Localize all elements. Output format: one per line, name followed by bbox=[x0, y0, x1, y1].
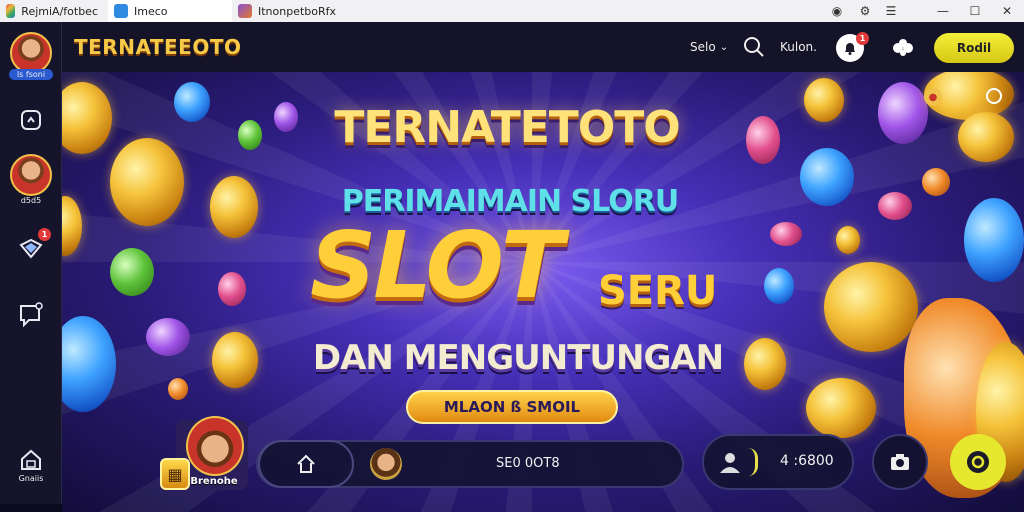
chevron-down-icon: ⌄ bbox=[719, 41, 729, 53]
coin-decoration bbox=[238, 120, 262, 150]
coin-decoration bbox=[964, 198, 1024, 282]
home-icon bbox=[297, 454, 315, 473]
sidebar-item-friend-avatar[interactable] bbox=[10, 154, 52, 196]
search-button[interactable] bbox=[742, 22, 766, 72]
camera-icon bbox=[891, 454, 909, 470]
session-value: SE0 0OT8 bbox=[496, 456, 560, 471]
settings-icon[interactable]: ⚙ bbox=[852, 0, 878, 22]
coin-decoration bbox=[836, 226, 860, 254]
banner-tagline: DAN MENGUNTUNGAN bbox=[312, 338, 724, 378]
camera-button[interactable] bbox=[872, 434, 928, 490]
maximize-icon[interactable]: ☐ bbox=[962, 0, 988, 22]
sidebar-item-home[interactable] bbox=[10, 446, 52, 474]
refresh-icon[interactable] bbox=[986, 88, 1002, 104]
tab-itnonpet[interactable]: ItnonpetboRfx bbox=[232, 0, 352, 22]
banner-headline: SLOT bbox=[310, 212, 564, 319]
coin-decoration bbox=[146, 318, 190, 356]
sidebar-item-label: Gnaiis bbox=[18, 474, 44, 483]
app-icon bbox=[238, 4, 252, 18]
app-icon bbox=[114, 4, 128, 18]
coin-decoration bbox=[922, 168, 950, 196]
coin-decoration bbox=[210, 176, 258, 238]
play-now-button[interactable]: MLAON ß SMOIL bbox=[406, 390, 618, 424]
gamepad-button[interactable] bbox=[888, 34, 918, 62]
banner-title: TERNATETOTO bbox=[334, 102, 680, 153]
coin-decoration bbox=[764, 268, 794, 304]
progress-arc bbox=[748, 448, 758, 476]
brand-logo-text[interactable]: TERNATEEOTO bbox=[74, 35, 241, 59]
gamepad-icon bbox=[893, 39, 913, 56]
minimize-icon[interactable]: — bbox=[930, 0, 956, 22]
sidebar: ls fsoni d5d5 1 Gnaiis bbox=[0, 22, 62, 504]
gems-badge: 1 bbox=[38, 228, 51, 241]
coin-decoration bbox=[744, 338, 786, 390]
balance-value: 4 :6800 bbox=[780, 453, 834, 469]
tab-label: Imeco bbox=[134, 4, 168, 18]
user-icon bbox=[706, 438, 754, 486]
browser-tab-strip: RejmiA/fotbec Imeco ItnonpetboRfx ◉ ⚙ ☰ … bbox=[0, 0, 1024, 22]
search-icon bbox=[744, 37, 764, 57]
header-action-button[interactable]: Rodil bbox=[934, 33, 1014, 63]
coin-decoration bbox=[174, 82, 210, 122]
home-button[interactable] bbox=[258, 440, 354, 488]
screen-icon bbox=[21, 110, 41, 130]
coin-decoration bbox=[800, 148, 854, 206]
search-label[interactable]: Kulon. bbox=[780, 22, 817, 72]
coin-decoration bbox=[878, 192, 912, 220]
coin-decoration bbox=[746, 116, 780, 164]
coin-decoration bbox=[878, 82, 928, 144]
close-icon[interactable]: ✕ bbox=[994, 0, 1020, 22]
profile-label: ls fsoni bbox=[9, 69, 53, 80]
player-avatar[interactable] bbox=[186, 416, 244, 476]
mini-avatar[interactable] bbox=[370, 448, 402, 480]
balance-bar[interactable]: 4 :6800 bbox=[702, 434, 854, 490]
coin-decoration bbox=[824, 262, 918, 352]
sidebar-item-chat[interactable] bbox=[10, 298, 52, 332]
event-badge-icon[interactable]: ● bbox=[924, 88, 942, 106]
banner-headline-suffix: SERU bbox=[598, 268, 718, 314]
coin-decoration bbox=[168, 378, 188, 400]
home-bar: SE0 0OT8 bbox=[256, 440, 684, 488]
sidebar-item-label: d5d5 bbox=[20, 196, 42, 205]
bell-icon bbox=[845, 43, 855, 55]
chat-icon bbox=[20, 302, 43, 328]
coin-decoration bbox=[218, 272, 246, 306]
app-header: TERNATEEOTO Selo ⌄ Kulon. 1 Rodil bbox=[62, 22, 1024, 72]
gem-icon bbox=[19, 238, 43, 259]
menu-icon[interactable]: ☰ bbox=[878, 0, 904, 22]
record-icon bbox=[967, 451, 989, 473]
home-icon bbox=[21, 449, 41, 470]
sidebar-item-screen[interactable] bbox=[10, 106, 52, 134]
coin-decoration bbox=[770, 222, 802, 246]
coin-decoration bbox=[804, 78, 844, 122]
coin-decoration bbox=[958, 112, 1014, 162]
language-selector[interactable]: Selo ⌄ bbox=[690, 22, 728, 72]
coin-decoration bbox=[274, 102, 298, 132]
coin-decoration bbox=[212, 332, 258, 388]
notification-badge: 1 bbox=[856, 32, 869, 45]
tab-rejmi[interactable]: RejmiA/fotbec bbox=[0, 0, 108, 22]
promo-banner: ● TERNATETOTO PERIMAIMAIN SLORU SLOT SER… bbox=[62, 72, 1024, 512]
tab-label: ItnonpetboRfx bbox=[258, 4, 337, 18]
location-icon[interactable]: ◉ bbox=[824, 0, 850, 22]
coin-decoration bbox=[110, 138, 184, 226]
app-icon bbox=[6, 4, 16, 18]
player-name: Brenohe bbox=[190, 476, 238, 487]
coin-decoration bbox=[110, 248, 154, 296]
tab-label: RejmiA/fotbec bbox=[21, 4, 98, 18]
user-icon bbox=[720, 453, 740, 473]
profile-avatar[interactable] bbox=[10, 32, 52, 74]
coin-decoration bbox=[806, 378, 876, 438]
tab-imeco[interactable]: Imeco bbox=[108, 0, 232, 22]
record-button[interactable] bbox=[950, 434, 1006, 490]
language-label: Selo bbox=[690, 40, 716, 54]
